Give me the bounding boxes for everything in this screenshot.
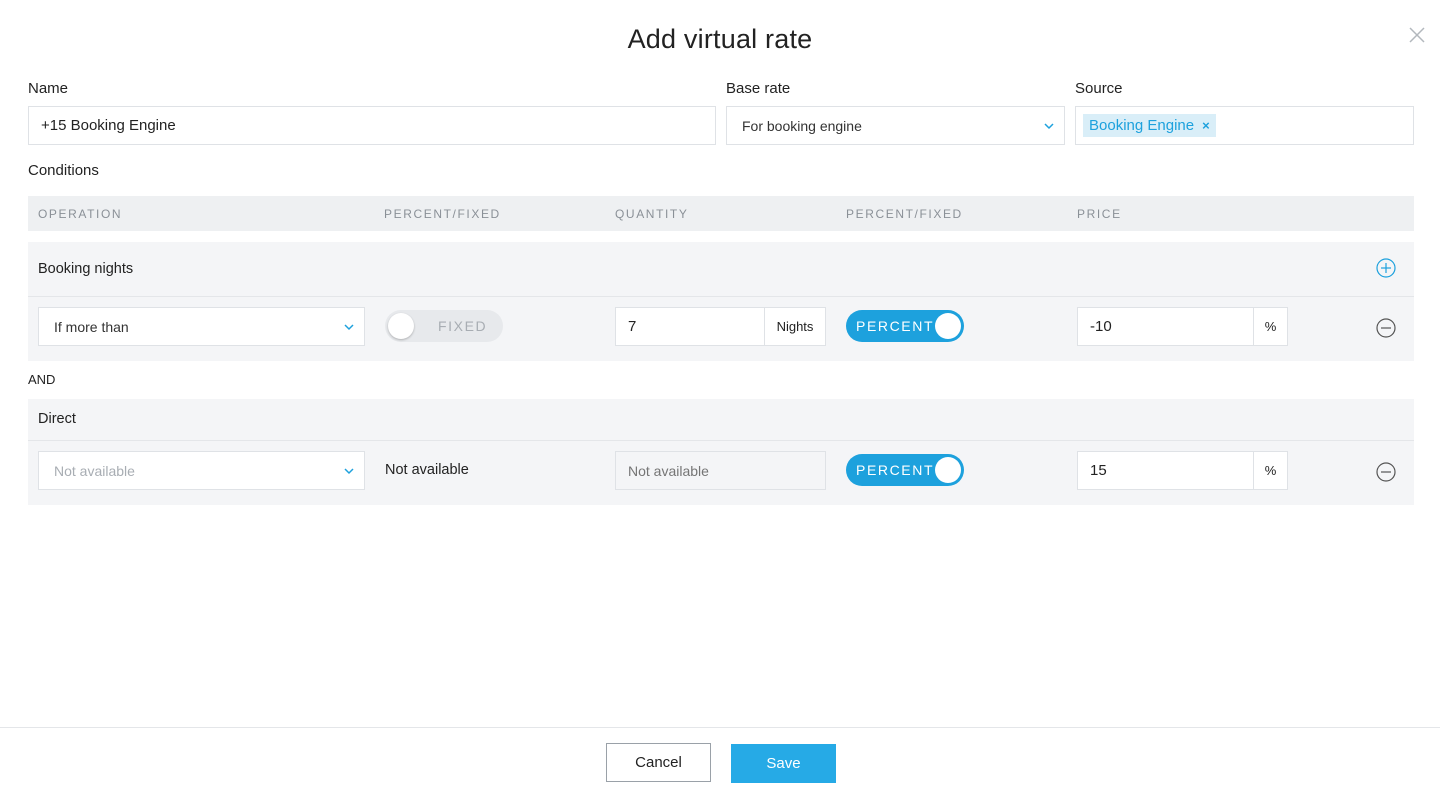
minus-circle-icon[interactable]: [1376, 462, 1396, 482]
price-type-toggle[interactable]: PERCENT: [846, 310, 964, 342]
column-header-quantity: QUANTITY: [615, 207, 689, 221]
source-label: Source: [1075, 80, 1123, 97]
toggle-knob: [935, 313, 961, 339]
price-input[interactable]: [1078, 452, 1253, 489]
quantity-unit-addon: Nights: [764, 307, 826, 346]
chevron-down-icon: [344, 324, 354, 331]
toggle-label: PERCENT: [856, 318, 935, 334]
close-icon[interactable]: [1408, 26, 1426, 44]
condition-row: Not available Not available PERCENT %: [28, 441, 1414, 505]
column-header-quantity-type: PERCENT/FIXED: [384, 207, 501, 221]
column-header-price-type: PERCENT/FIXED: [846, 207, 963, 221]
operation-select[interactable]: Not available: [38, 451, 365, 490]
toggle-label: PERCENT: [856, 462, 935, 478]
condition-row: If more than FIXED Nights PERCENT %: [28, 297, 1414, 361]
condition-connector: AND: [28, 372, 56, 387]
price-unit-addon: %: [1253, 451, 1288, 490]
operation-select[interactable]: If more than: [38, 307, 365, 346]
quantity-type-toggle[interactable]: FIXED: [385, 310, 503, 342]
chevron-down-icon: [344, 468, 354, 475]
operation-placeholder: Not available: [54, 462, 135, 479]
minus-circle-icon[interactable]: [1376, 318, 1396, 338]
operation-selected-value: If more than: [54, 318, 129, 335]
name-field-wrapper: [28, 106, 716, 145]
toggle-knob: [935, 457, 961, 483]
quantity-type-text: Not available: [385, 462, 469, 478]
footer-divider: [0, 727, 1440, 728]
base-rate-label: Base rate: [726, 80, 791, 97]
price-unit-addon: %: [1253, 307, 1288, 346]
save-button[interactable]: Save: [731, 744, 836, 783]
price-type-toggle[interactable]: PERCENT: [846, 454, 964, 486]
source-tag-label: Booking Engine: [1089, 117, 1195, 134]
toggle-label: FIXED: [438, 318, 488, 334]
remove-tag-icon[interactable]: ×: [1202, 118, 1210, 133]
base-rate-selected-value: For booking engine: [742, 117, 862, 134]
base-rate-select[interactable]: For booking engine: [726, 106, 1065, 145]
name-label: Name: [28, 80, 69, 97]
conditions-table-header: OPERATION PERCENT/FIXED QUANTITY PERCENT…: [28, 196, 1414, 231]
cancel-button[interactable]: Cancel: [606, 743, 711, 782]
condition-group-header: Direct: [28, 399, 1414, 441]
conditions-label: Conditions: [28, 162, 99, 179]
name-input[interactable]: [29, 107, 715, 144]
column-header-price: PRICE: [1077, 207, 1122, 221]
chevron-down-icon: [1044, 123, 1054, 130]
condition-group-header: Booking nights: [28, 242, 1414, 297]
price-field-wrapper: [1077, 451, 1254, 490]
condition-group-title: Booking nights: [38, 261, 134, 277]
price-field-wrapper: [1077, 307, 1254, 346]
column-header-operation: OPERATION: [38, 207, 123, 221]
source-tag: Booking Engine ×: [1083, 114, 1216, 137]
condition-group-title: Direct: [38, 411, 76, 427]
modal-title: Add virtual rate: [627, 24, 813, 54]
source-multiselect[interactable]: Booking Engine ×: [1075, 106, 1414, 145]
quantity-input[interactable]: [616, 452, 825, 489]
quantity-field-wrapper: [615, 307, 765, 346]
quantity-input[interactable]: [616, 308, 764, 345]
plus-circle-icon[interactable]: [1376, 258, 1396, 278]
quantity-field-wrapper: [615, 451, 826, 490]
price-input[interactable]: [1078, 308, 1253, 345]
toggle-knob: [388, 313, 414, 339]
